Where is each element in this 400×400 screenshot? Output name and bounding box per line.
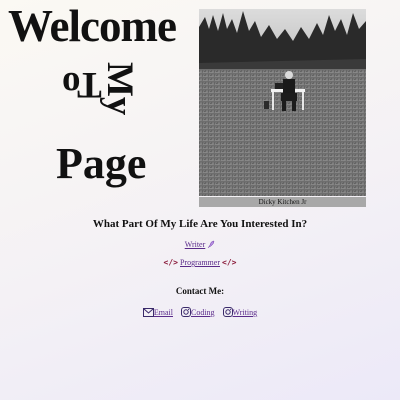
writing-link[interactable]: Writing [233,308,258,317]
programmer-row: </> Programmer </> [0,258,400,267]
welcome-heading: Welcome [8,1,177,51]
writer-link[interactable]: Writer [185,240,206,249]
mail-icon [142,308,154,319]
programmer-link[interactable]: Programmer [180,258,220,267]
contact-row: Email Coding Writing [0,307,400,319]
email-contact[interactable]: Email [142,308,173,319]
to-heading: To [62,64,102,105]
photo-caption: Dicky Kitchen Jr [199,197,366,207]
profile-photo [199,9,366,196]
instagram-icon [222,307,233,319]
page-heading: Page [56,139,147,188]
code-brackets-icon: </> [222,258,237,267]
my-heading: My [99,62,140,116]
writer-row: Writer [0,240,400,251]
coding-link[interactable]: Coding [191,308,215,317]
coding-contact[interactable]: Coding [180,307,215,319]
interest-question: What Part Of My Life Are You Interested … [92,218,308,230]
code-brackets-icon: </> [163,258,178,267]
quill-icon [207,240,215,251]
instagram-icon [180,307,191,319]
email-link[interactable]: Email [154,308,173,317]
contact-title: Contact Me: [175,286,225,296]
profile-photo-frame: Dicky Kitchen Jr [199,9,366,207]
writing-contact[interactable]: Writing [222,307,258,319]
